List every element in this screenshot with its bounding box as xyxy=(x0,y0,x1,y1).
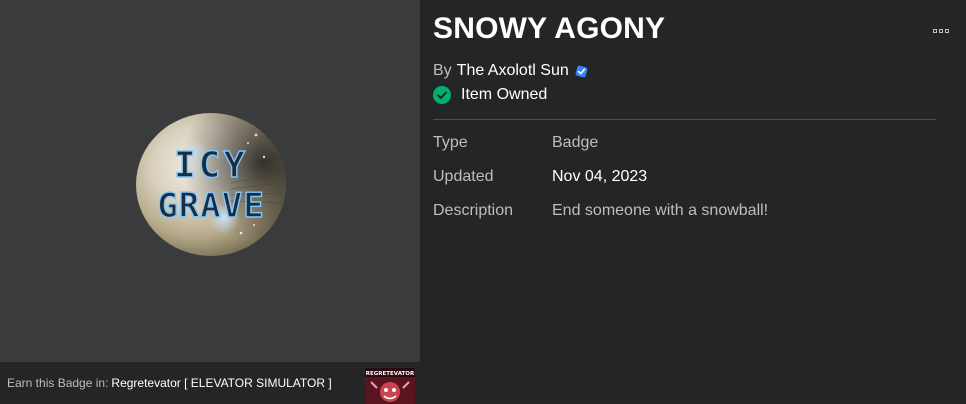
item-owned-status: Item Owned xyxy=(433,86,547,104)
type-value: Badge xyxy=(552,134,599,151)
game-thumbnail-icon[interactable]: REGRETEVATOR xyxy=(365,368,415,404)
earn-game-link[interactable]: Regretevator [ ELEVATOR SIMULATOR ] xyxy=(111,376,331,390)
badge-art-line2: GRAVE xyxy=(157,186,264,226)
description-row: Description End someone with a snowball! xyxy=(433,202,936,220)
checkmark-circle-icon xyxy=(433,86,451,104)
creator-line: By The Axolotl Sun xyxy=(433,62,589,80)
item-details-panel: SNOWY AGONY By The Axolotl Sun Item Owne… xyxy=(433,0,949,404)
creator-link[interactable]: The Axolotl Sun xyxy=(457,62,569,80)
updated-value: Nov 04, 2023 xyxy=(552,168,648,185)
item-title: SNOWY AGONY xyxy=(433,12,666,45)
item-owned-label: Item Owned xyxy=(461,86,548,103)
earn-badge-bar: Earn this Badge in: Regretevator [ ELEVA… xyxy=(0,362,420,404)
verified-badge-icon xyxy=(575,65,588,77)
details-divider xyxy=(433,119,936,120)
updated-label: Updated xyxy=(433,168,494,185)
more-options-icon[interactable] xyxy=(933,26,953,36)
item-details-page: ICY GRAVE Earn this Badge in: Regretevat… xyxy=(0,0,966,404)
badge-art-line1: ICY xyxy=(174,145,248,186)
description-value: End someone with a snowball! xyxy=(552,202,769,219)
type-label: Type xyxy=(433,134,468,151)
game-icon-title: REGRETEVATOR xyxy=(366,371,415,377)
type-row: Type Badge xyxy=(433,134,936,152)
updated-row: Updated Nov 04, 2023 xyxy=(433,168,936,186)
badge-thumbnail-panel: ICY GRAVE Earn this Badge in: Regretevat… xyxy=(0,0,420,404)
description-label: Description xyxy=(433,202,514,219)
earn-badge-prefix: Earn this Badge in: xyxy=(7,376,109,390)
badge-image: ICY GRAVE xyxy=(136,113,286,256)
creator-prefix: By xyxy=(433,62,452,79)
